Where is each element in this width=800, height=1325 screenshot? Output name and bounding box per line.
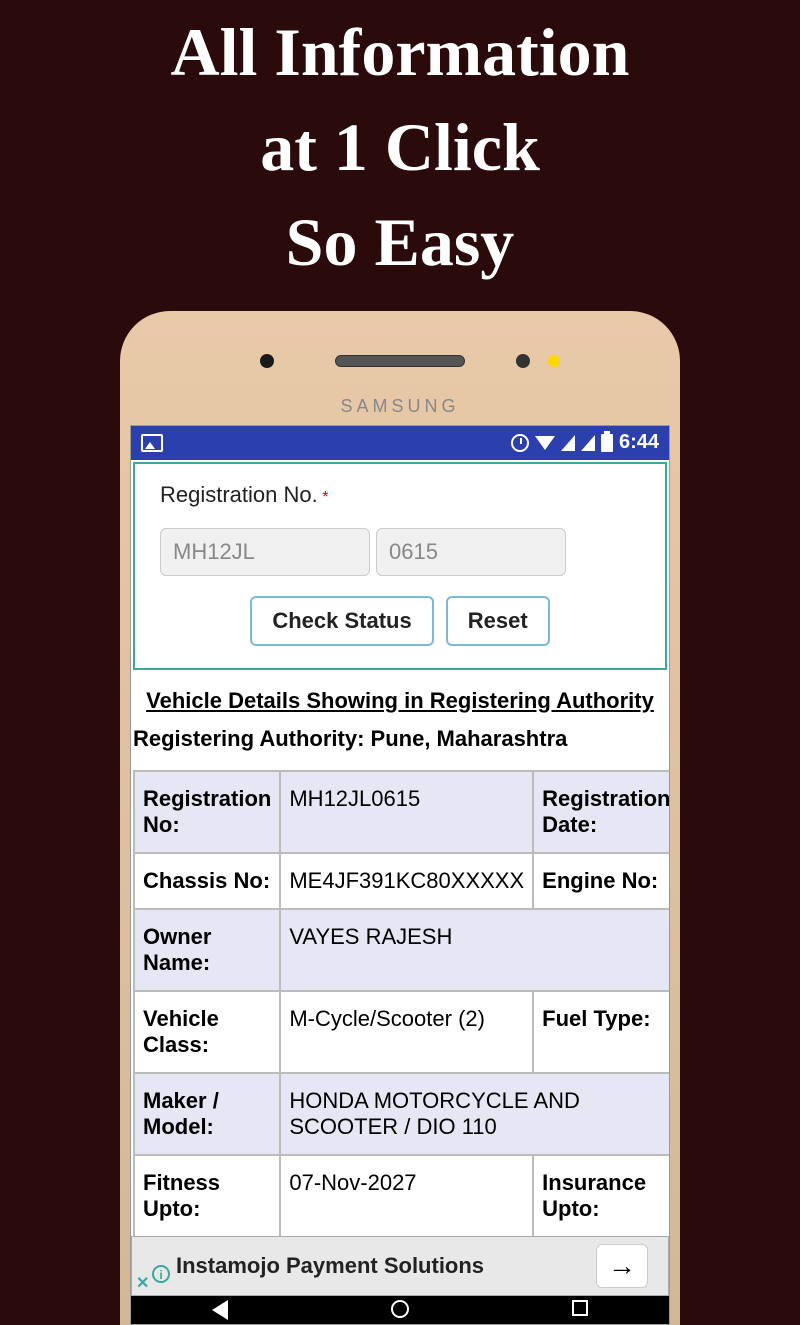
row-value: MH12JL0615	[280, 771, 533, 853]
row-label-2: Fuel Type:	[533, 991, 670, 1073]
ad-banner[interactable]: i ✕ Instamojo Payment Solutions →	[131, 1236, 669, 1296]
row-value: HONDA MOTORCYCLE AND SCOOTER / DIO 110	[280, 1073, 670, 1155]
row-value: M-Cycle/Scooter (2)	[280, 991, 533, 1073]
phone-screen: 6:44 Registration No. * Check Status Res…	[130, 425, 670, 1325]
vehicle-details-table: Registration No:MH12JL0615Registration D…	[133, 770, 670, 1294]
wifi-icon	[535, 436, 555, 450]
authority-line: Registering Authority: Pune, Maharashtra	[133, 726, 667, 752]
row-label-2: Engine No:	[533, 853, 670, 909]
reg-number-input[interactable]	[376, 528, 566, 576]
registration-form: Registration No. * Check Status Reset	[133, 462, 667, 670]
reset-button[interactable]: Reset	[446, 596, 550, 646]
details-heading: Vehicle Details Showing in Registering A…	[133, 688, 667, 714]
authority-label: Registering Authority:	[133, 726, 371, 751]
signal-icon	[561, 435, 575, 451]
alarm-icon	[511, 434, 529, 452]
hero-text: All Information at 1 Click So Easy	[0, 0, 800, 291]
table-row: Chassis No:ME4JF391KC80XXXXXEngine No:	[134, 853, 670, 909]
ad-text: Instamojo Payment Solutions	[176, 1253, 484, 1279]
back-icon[interactable]	[212, 1300, 228, 1320]
row-value: ME4JF391KC80XXXXX	[280, 853, 533, 909]
ad-close-icon[interactable]: ✕	[136, 1273, 149, 1293]
table-row: Registration No:MH12JL0615Registration D…	[134, 771, 670, 853]
phone-hardware-top	[130, 331, 670, 391]
required-asterisk: *	[322, 489, 328, 506]
row-label: Vehicle Class:	[134, 991, 280, 1073]
row-value: VAYES RAJESH	[280, 909, 670, 991]
table-row: Fitness Upto:07-Nov-2027Insurance Upto:	[134, 1155, 670, 1237]
table-row: Maker / Model:HONDA MOTORCYCLE AND SCOOT…	[134, 1073, 670, 1155]
home-icon[interactable]	[391, 1300, 409, 1318]
reg-prefix-input[interactable]	[160, 528, 370, 576]
phone-brand: SAMSUNG	[130, 396, 670, 417]
hero-line2: at 1 Click	[0, 100, 800, 195]
row-label: Chassis No:	[134, 853, 280, 909]
authority-value: Pune, Maharashtra	[371, 726, 568, 751]
phone-frame: SAMSUNG 6:44 Registration No. *	[120, 311, 680, 1325]
ad-arrow-button[interactable]: →	[596, 1244, 648, 1288]
sensor-dot	[516, 354, 530, 368]
check-status-button[interactable]: Check Status	[250, 596, 433, 646]
row-label: Fitness Upto:	[134, 1155, 280, 1237]
row-value: 07-Nov-2027	[280, 1155, 533, 1237]
row-label: Registration No:	[134, 771, 280, 853]
row-label-2: Insurance Upto:	[533, 1155, 670, 1237]
camera-dot	[260, 354, 274, 368]
hero-line3: So Easy	[0, 195, 800, 290]
signal-icon-2	[581, 435, 595, 451]
row-label: Maker / Model:	[134, 1073, 280, 1155]
android-nav-bar	[131, 1296, 669, 1324]
picture-icon	[141, 434, 163, 452]
status-bar: 6:44	[131, 426, 669, 460]
battery-icon	[601, 434, 613, 452]
table-row: Vehicle Class:M-Cycle/Scooter (2)Fuel Ty…	[134, 991, 670, 1073]
recent-icon[interactable]	[572, 1300, 588, 1316]
row-label: Owner Name:	[134, 909, 280, 991]
speaker-grille	[335, 355, 465, 367]
hero-line1: All Information	[0, 5, 800, 100]
registration-label: Registration No.	[160, 482, 318, 507]
row-label-2: Registration Date:	[533, 771, 670, 853]
table-row: Owner Name:VAYES RAJESH	[134, 909, 670, 991]
status-time: 6:44	[619, 431, 659, 454]
led-dot	[548, 355, 560, 367]
